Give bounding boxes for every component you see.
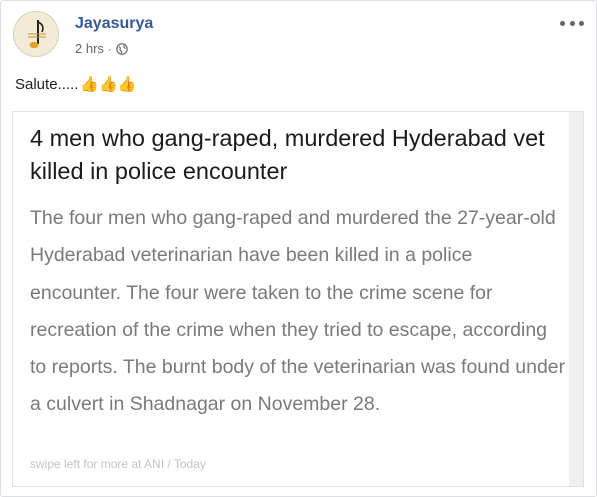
news-body: The four men who gang-raped and murdered… [30,207,566,416]
globe-icon[interactable] [116,42,128,55]
post-meta: 2 hrs · [75,41,128,56]
timestamp[interactable]: 2 hrs [75,41,104,56]
author-name[interactable]: Jayasurya [75,15,153,33]
music-note-logo-icon [28,20,46,49]
ellipsis-dot [579,20,584,26]
news-footer: swipe left for more at ANI / Today [30,457,206,471]
news-headline: 4 men who gang-raped, murdered Hyderabad… [30,125,545,184]
separator: · [107,41,112,56]
post-caption: Salute..... 👍👍👍 [15,75,137,94]
facebook-post: Jayasurya 2 hrs · Salute..... 👍👍👍 4 men … [0,0,597,497]
thumbs-up-emoji: 👍👍👍 [80,76,137,93]
ellipsis-dot [560,20,565,26]
post-header: Jayasurya 2 hrs · [13,9,588,61]
more-options-button[interactable] [560,15,584,31]
ellipsis-dot [569,20,575,26]
shared-image-card[interactable]: 4 men who gang-raped, murdered Hyderabad… [12,111,584,487]
news-card: 4 men who gang-raped, murdered Hyderabad… [13,112,569,486]
caption-text: Salute..... [15,75,79,93]
avatar[interactable] [13,11,59,57]
